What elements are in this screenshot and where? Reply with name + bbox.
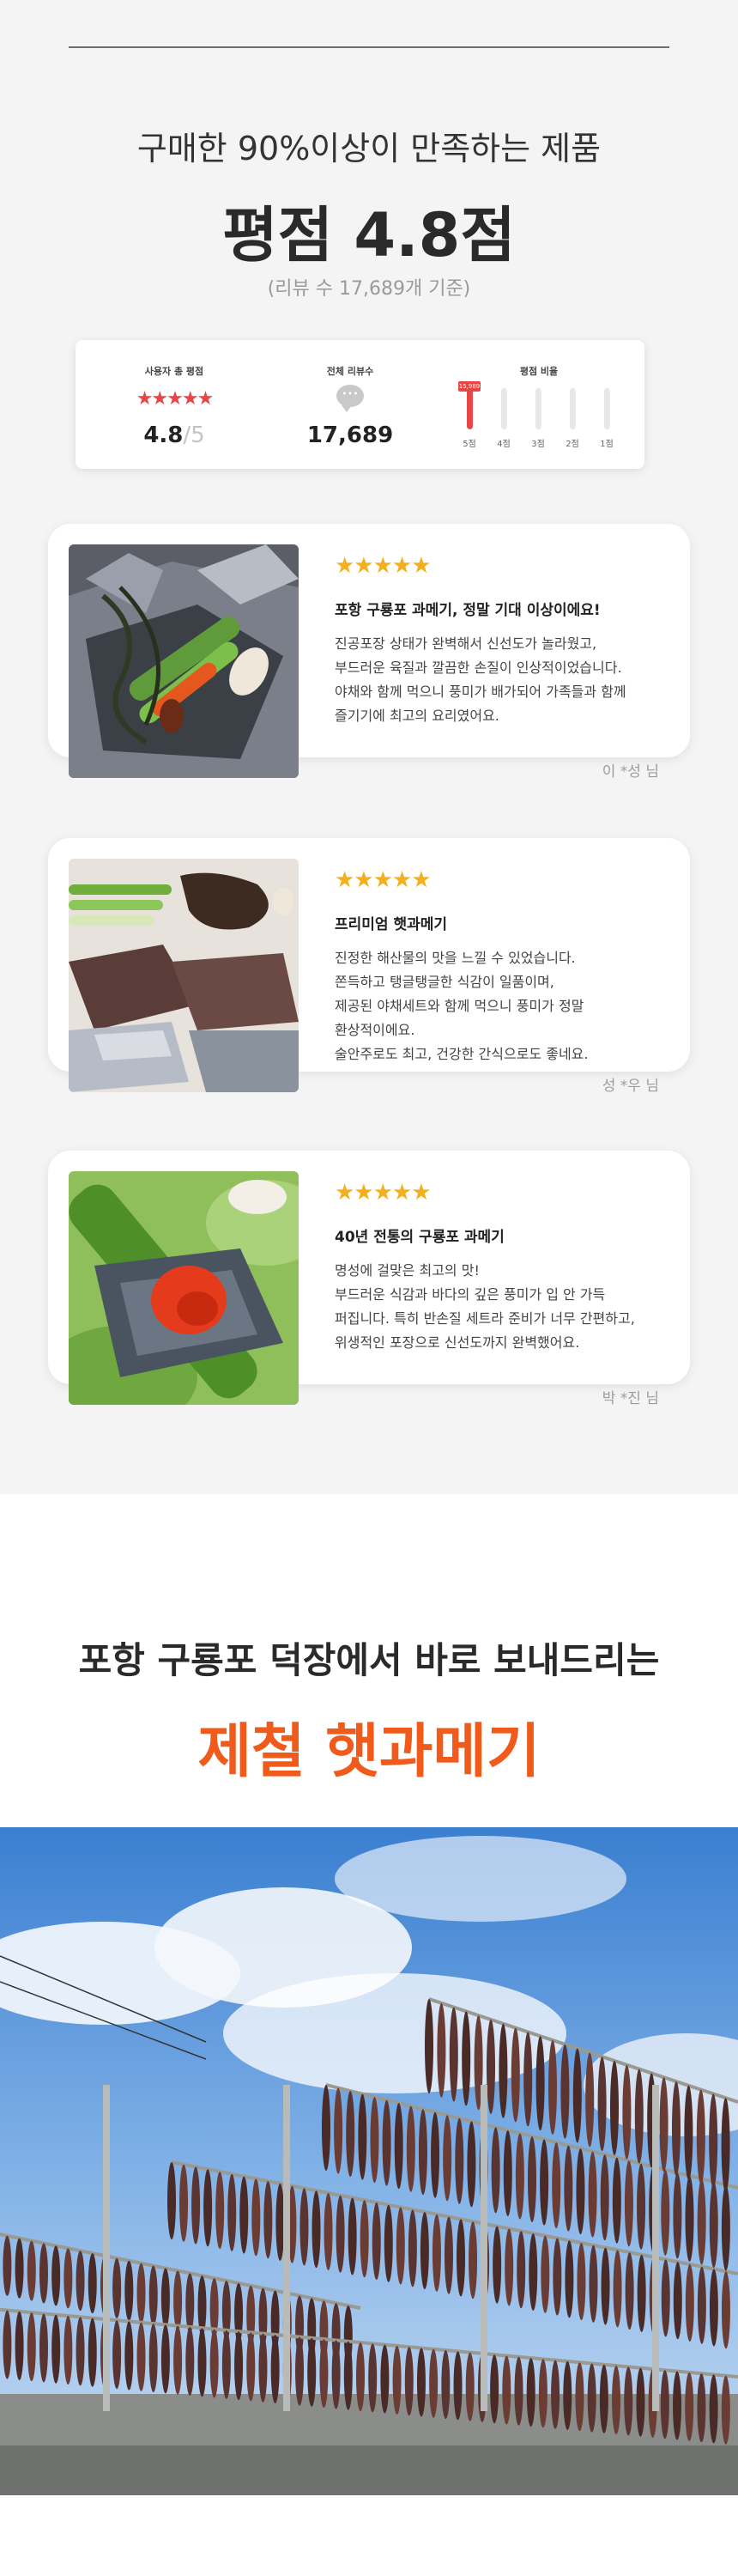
review-line: 부드러운 식감과 바다의 깊은 풍미가 입 안 가득 [335,1286,606,1303]
review-star-icon: ★★★★★ [335,1180,432,1206]
rating-bar-fill [467,388,473,429]
review-line: 위생적인 포장으로 신선도까지 완벽했어요. [335,1334,580,1351]
review-author: 성 *우 님 [602,1078,659,1095]
review-author: 이 *성 님 [602,763,659,781]
rating-bar-track [535,388,541,429]
review-title: 포항 구룡포 과메기, 정말 기대 이상이에요! [335,602,601,619]
review-card: ★★★★★ 40년 전통의 구룡포 과메기 명성에 걸맞은 최고의 맛! 부드러… [48,1151,690,1407]
review-count-note: (리뷰 수 17,689개 기준) [267,278,471,300]
rating-bar: 5점 15,989 [457,381,482,453]
review-line: 명성에 걸맞은 최고의 맛! [335,1262,480,1279]
rating-ratio-block: 평점 비율 5점 15,989 4점 3점 2점 1점 [445,340,633,469]
review-card: ★★★★★ 프리미엄 햇과메기 진정한 해산물의 맛을 느낄 수 있었습니다. … [48,838,690,1095]
average-score-value: 4.8 [143,422,184,448]
review-body: 진공포장 상태가 완벽해서 신선도가 놀라웠고, 부드러운 육질과 깔끔한 손질… [335,632,678,728]
average-score-max: /5 [183,422,205,448]
speech-bubble-icon: ••• [336,385,364,412]
review-star-icon: ★★★★★ [335,553,432,579]
review-line: 즐기기에 최고의 요리였어요. [335,708,499,724]
review-total-block: 전체 리뷰수 ••• 17,689 [290,340,410,469]
review-line: 진정한 해산물의 맛을 느낄 수 있었습니다. [335,950,576,966]
rating-bar-track [570,388,576,429]
rating-bar-track [604,388,610,429]
average-rating-label: 사용자 총 평점 [144,366,204,377]
rating-bar-label: 4점 [497,440,511,449]
rating-summary-card: 사용자 총 평점 ★★★★★ 4.8/5 전체 리뷰수 ••• 17,689 평… [76,340,644,469]
rating-title: 평점 4.8점 [222,200,516,270]
review-body: 진정한 해산물의 맛을 느낄 수 있었습니다. 쫀득하고 탱글탱글한 식감이 일… [335,946,678,1066]
star-rating-icon: ★★★★★ [136,388,215,410]
review-line: 제공된 야채세트와 함께 먹으니 풍미가 정말 [335,998,584,1014]
review-card: ★★★★★ 포항 구룡포 과메기, 정말 기대 이상이에요! 진공포장 상태가 … [48,524,690,781]
review-line: 퍼집니다. 특히 반손질 세트라 준비가 너무 간편하고, [335,1310,635,1327]
rating-bar: 3점 [525,385,551,453]
review-total-value: 17,689 [306,422,394,448]
review-photo [69,859,299,1092]
review-line: 술안주로도 최고, 건강한 간식으로도 좋네요. [335,1046,589,1062]
review-line: 부드러운 육질과 깔끔한 손질이 인상적이었습니다. [335,659,622,676]
rating-bar: 1점 [594,385,620,453]
rating-bar-label: 2점 [566,440,579,449]
review-line: 진공포장 상태가 완벽해서 신선도가 놀라웠고, [335,635,597,652]
satisfaction-subtitle: 구매한 90%이상이 만족하는 제품 [136,130,602,167]
average-rating-block: 사용자 총 평점 ★★★★★ 4.8/5 [110,340,239,469]
review-author: 박 *진 님 [602,1390,659,1407]
review-star-icon: ★★★★★ [335,867,432,893]
rating-bar: 2점 [560,385,585,453]
review-total-label: 전체 리뷰수 [326,366,374,377]
review-line: 야채와 함께 먹으니 풍미가 배가되어 가족들과 함께 [335,683,626,700]
rating-bar: 4점 [491,385,517,453]
rating-bar-label: 5점 [463,440,476,449]
rating-bar-count-flag: 15,989 [458,381,481,392]
origin-headline: 포항 구룡포 덕장에서 바로 보내드리는 [78,1639,660,1681]
review-line: 쫀득하고 탱글탱글한 식감이 일품이며, [335,974,554,990]
rating-ratio-label: 평점 비율 [519,366,559,377]
average-score: 4.8/5 [110,422,239,448]
review-photo [69,1171,299,1405]
review-photo [69,544,299,778]
rating-bar-track [501,388,507,429]
rating-distribution-bars: 5점 15,989 4점 3점 2점 1점 [445,381,633,453]
seasonal-product-headline: 제철 햇과메기 [197,1718,541,1786]
rating-bar-track [467,388,473,429]
review-title: 프리미엄 햇과메기 [335,916,448,933]
rating-bar-label: 1점 [600,440,614,449]
review-title: 40년 전통의 구룡포 과메기 [335,1229,505,1246]
reviews-section: 구매한 90%이상이 만족하는 제품 평점 4.8점 (리뷰 수 17,689개… [0,0,738,1494]
divider [69,46,669,48]
review-body: 명성에 걸맞은 최고의 맛! 부드러운 식감과 바다의 깊은 풍미가 입 안 가… [335,1259,678,1355]
drying-rack-photo [0,1827,738,2495]
review-line: 환상적이에요. [335,1022,415,1038]
rating-bar-label: 3점 [531,440,545,449]
